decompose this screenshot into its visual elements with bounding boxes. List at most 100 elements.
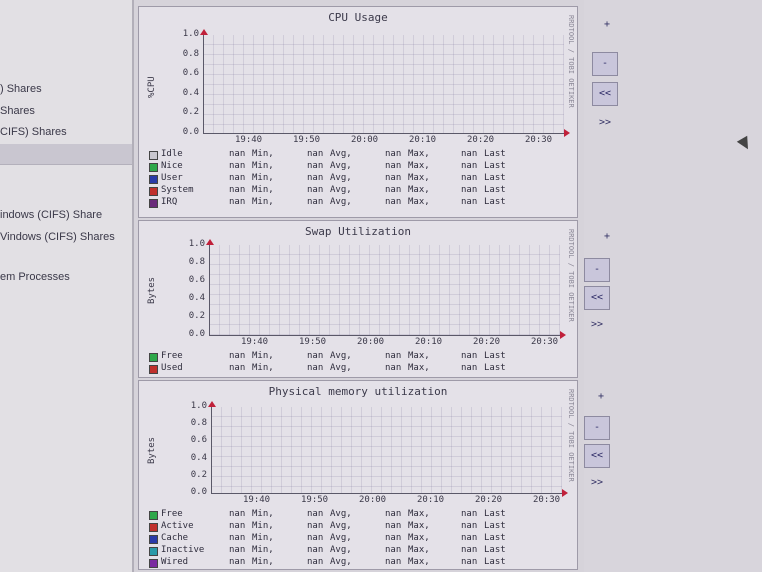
legend-stat-label: Min, bbox=[252, 149, 274, 159]
y-tick-label: 0.8 bbox=[188, 257, 205, 267]
legend-value: nan bbox=[229, 161, 246, 171]
rrdtool-credit-label: RRDTOOL / TOBI OETIKER bbox=[567, 229, 575, 322]
x-tick-label: 20:20 bbox=[475, 495, 503, 505]
x-tick-label: 20:00 bbox=[357, 337, 385, 347]
legend-value: nan bbox=[229, 149, 246, 159]
y-tick-label: 0.4 bbox=[188, 293, 205, 303]
zoom-in-button-cpu[interactable]: + bbox=[594, 14, 620, 38]
legend-series-name: Used bbox=[161, 363, 183, 373]
legend-stat-label: Avg, bbox=[330, 545, 352, 555]
legend-swatch bbox=[149, 547, 158, 556]
legend-value: nan bbox=[385, 557, 402, 567]
y-tick-label: 0.2 bbox=[182, 107, 199, 118]
legend-stat-label: Avg, bbox=[330, 351, 352, 361]
x-axis-arrow-icon bbox=[564, 129, 570, 137]
legend-series-name: Free bbox=[161, 509, 183, 519]
legend-series-name: Cache bbox=[161, 533, 189, 543]
legend-value: nan bbox=[229, 173, 246, 183]
legend-value: nan bbox=[461, 351, 478, 361]
legend-value: nan bbox=[385, 173, 402, 183]
legend-swatch bbox=[149, 199, 158, 208]
legend-stat-label: Min, bbox=[252, 185, 274, 195]
forward-button-memory[interactable]: >> bbox=[584, 472, 610, 496]
legend-swatch bbox=[149, 511, 158, 520]
sidebar-selected-band bbox=[0, 144, 132, 164]
legend-series-name: Free bbox=[161, 351, 183, 361]
legend-value: nan bbox=[385, 533, 402, 543]
legend-swatch bbox=[149, 163, 158, 172]
back-button-swap[interactable]: << bbox=[584, 286, 610, 310]
legend-series-name: Active bbox=[161, 521, 194, 531]
legend-stat-label: Last bbox=[484, 185, 506, 195]
sidebar-item-windows-cifs-shares[interactable]: Vindows (CIFS) Shares bbox=[0, 231, 115, 243]
legend-value: nan bbox=[461, 521, 478, 531]
legend-value: nan bbox=[307, 173, 324, 183]
sidebar-item-shares-2[interactable]: Shares bbox=[0, 105, 35, 117]
legend-stat-label: Last bbox=[484, 557, 506, 567]
x-tick-label: 20:00 bbox=[351, 135, 379, 145]
y-tick-label: 0.6 bbox=[182, 68, 199, 79]
legend-stat-label: Avg, bbox=[330, 521, 352, 531]
y-tick-label: 1.0 bbox=[190, 401, 207, 411]
forward-button-swap[interactable]: >> bbox=[584, 314, 610, 338]
swap-utilization-graph: Swap Utilization Bytes RRDTOOL / TOBI OETI… bbox=[138, 220, 578, 378]
legend-value: nan bbox=[229, 545, 246, 555]
x-tick-label: 19:50 bbox=[293, 135, 321, 145]
legend-series-name: Nice bbox=[161, 161, 183, 171]
x-tick-label: 20:00 bbox=[359, 495, 387, 505]
legend-stat-label: Min, bbox=[252, 533, 274, 543]
sidebar-item-cifs-shares[interactable]: CIFS) Shares bbox=[0, 126, 67, 138]
plot-area bbox=[200, 29, 570, 137]
zoom-out-button-memory[interactable]: - bbox=[584, 416, 610, 440]
legend-stat-label: Min, bbox=[252, 363, 274, 373]
legend-value: nan bbox=[385, 351, 402, 361]
y-axis-label: %CPU bbox=[147, 76, 157, 98]
zoom-out-button-cpu[interactable]: - bbox=[592, 52, 618, 76]
legend-stat-label: Min, bbox=[252, 173, 274, 183]
legend-stat-label: Avg, bbox=[330, 173, 352, 183]
back-button-cpu[interactable]: << bbox=[592, 82, 618, 106]
legend-value: nan bbox=[385, 521, 402, 531]
legend-swatch bbox=[149, 187, 158, 196]
legend-swatch bbox=[149, 559, 158, 568]
sidebar-item-system-processes[interactable]: em Processes bbox=[0, 271, 70, 283]
y-axis-label: Bytes bbox=[147, 276, 157, 304]
zoom-in-button-memory[interactable]: + bbox=[588, 386, 614, 410]
legend-value: nan bbox=[307, 509, 324, 519]
legend-stat-label: Min, bbox=[252, 521, 274, 531]
legend-value: nan bbox=[307, 351, 324, 361]
sidebar-item-windows-cifs-share[interactable]: indows (CIFS) Share bbox=[0, 209, 102, 221]
legend-stat-label: Avg, bbox=[330, 185, 352, 195]
sidebar-item-shares-1[interactable]: ) Shares bbox=[0, 83, 42, 95]
y-tick-label: 0.4 bbox=[190, 452, 207, 463]
legend-value: nan bbox=[461, 363, 478, 373]
y-tick-label: 1.0 bbox=[182, 29, 199, 39]
legend-stat-label: Max, bbox=[408, 351, 430, 361]
legend-stat-label: Last bbox=[484, 521, 506, 531]
forward-button-cpu[interactable]: >> bbox=[592, 112, 618, 136]
sidebar: ) Shares Shares CIFS) Shares indows (CIF… bbox=[0, 0, 132, 572]
rrdtool-credit-label: RRDTOOL / TOBI OETIKER bbox=[567, 15, 575, 108]
rrdtool-credit-label: RRDTOOL / TOBI OETIKER bbox=[567, 389, 575, 482]
legend-stat-label: Min, bbox=[252, 161, 274, 171]
zoom-out-button-swap[interactable]: - bbox=[584, 258, 610, 282]
legend-stat-label: Last bbox=[484, 509, 506, 519]
legend-value: nan bbox=[461, 545, 478, 555]
legend-stat-label: Max, bbox=[408, 557, 430, 567]
legend-value: nan bbox=[461, 557, 478, 567]
x-tick-label: 20:30 bbox=[525, 135, 553, 145]
y-tick-label: 0.6 bbox=[190, 435, 207, 446]
zoom-in-button-swap[interactable]: + bbox=[594, 226, 620, 250]
plot-area bbox=[206, 239, 566, 339]
legend-swatch bbox=[149, 353, 158, 362]
back-button-memory[interactable]: << bbox=[584, 444, 610, 468]
legend-value: nan bbox=[307, 185, 324, 195]
legend-stat-label: Min, bbox=[252, 545, 274, 555]
y-tick-label: 0.8 bbox=[182, 48, 199, 59]
x-tick-label: 20:30 bbox=[531, 337, 559, 347]
graph-title: CPU Usage bbox=[328, 11, 388, 24]
y-tick-label: 0.2 bbox=[190, 469, 207, 480]
legend-value: nan bbox=[307, 557, 324, 567]
y-axis-arrow-icon bbox=[200, 29, 208, 35]
legend-series-name: User bbox=[161, 173, 183, 183]
